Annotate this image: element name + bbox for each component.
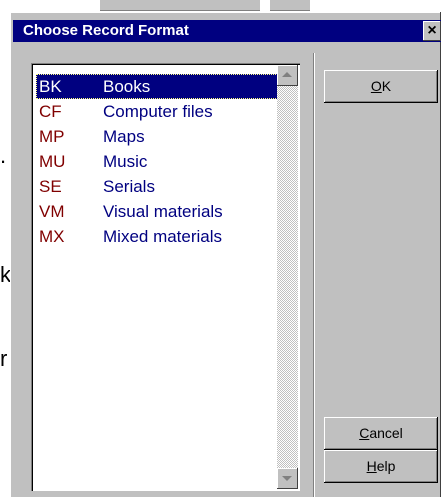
choose-record-format-dialog: Choose Record Format × BK Books CF Compu… [10,12,441,497]
list-item-visual-materials[interactable]: VM Visual materials [36,199,278,224]
record-format-code: MP [39,127,65,146]
arrow-down-icon [282,476,292,481]
record-format-label: Books [103,77,151,96]
background-text-fragment: . [0,143,7,168]
record-format-code: MU [39,152,66,171]
record-format-label: Maps [103,127,145,146]
background-text-fragment: r [0,346,8,371]
list-scrollbar[interactable] [277,65,298,489]
record-format-code: VM [39,202,65,221]
dialog-title: Choose Record Format [23,22,189,39]
record-format-label: Mixed materials [103,227,223,246]
ok-label: K [381,78,392,94]
help-label: elp [376,458,396,474]
scroll-up-button[interactable] [277,65,298,86]
record-format-label: Serials [103,177,155,196]
close-icon: × [427,22,437,39]
background-tab-strip [270,0,310,11]
list-item-books[interactable]: BK Books [36,74,278,99]
cancel-label: ancel [369,425,403,441]
record-format-code: MX [39,227,65,246]
record-format-label: Music [103,152,148,171]
record-format-code: CF [39,102,62,121]
record-format-list: BK Books CF Computer files MP Maps MU Mu… [36,74,278,249]
record-format-label: Visual materials [103,202,223,221]
list-item-mixed-materials[interactable]: MX Mixed materials [36,224,278,249]
help-button[interactable]: Help [324,450,438,483]
record-format-label: Computer files [103,102,213,121]
list-item-computer-files[interactable]: CF Computer files [36,99,278,124]
record-format-code: BK [39,77,62,96]
dialog-title-bar[interactable]: Choose Record Format × [13,20,441,42]
record-format-listbox[interactable]: BK Books CF Computer files MP Maps MU Mu… [31,63,300,491]
list-item-serials[interactable]: SE Serials [36,174,278,199]
background-window-top [0,0,441,12]
ok-button[interactable]: OK [324,70,438,103]
background-tab-strip [100,0,260,11]
dialog-button-panel: OK Cancel Help [313,53,441,497]
ok-mnemonic: O [370,78,382,94]
close-button[interactable]: × [423,21,441,41]
cancel-mnemonic: C [359,425,370,441]
list-item-maps[interactable]: MP Maps [36,124,278,149]
cancel-button[interactable]: Cancel [324,417,438,450]
record-format-code: SE [39,177,62,196]
help-mnemonic: H [366,458,377,474]
list-item-music[interactable]: MU Music [36,149,278,174]
scroll-down-button[interactable] [277,468,298,489]
arrow-up-icon [282,72,292,77]
